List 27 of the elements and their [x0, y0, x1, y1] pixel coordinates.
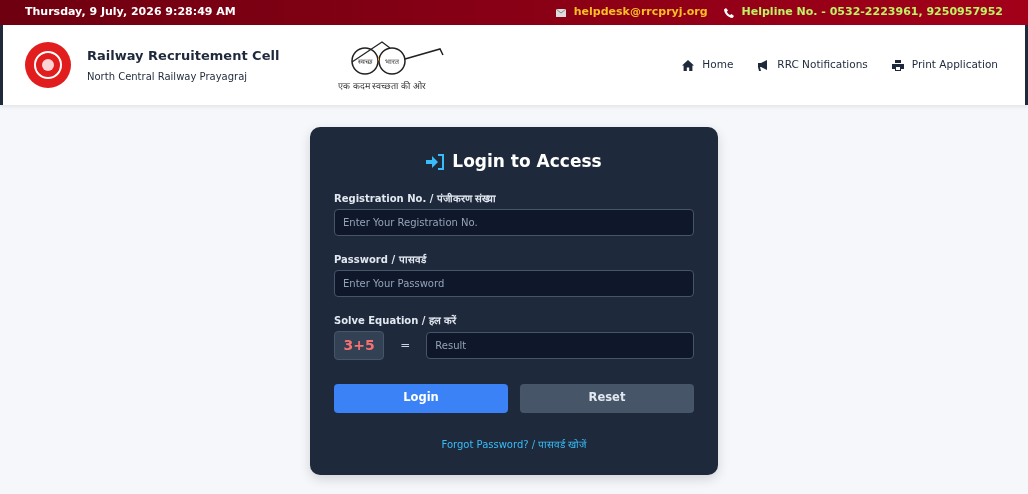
- captcha-equation: 3+5: [334, 330, 385, 360]
- emblem-logo: [25, 42, 71, 88]
- date-time: Thursday, 9 July, 2026 9:28:49 AM: [25, 4, 236, 21]
- equals-sign: =: [400, 337, 411, 354]
- site-subtitle: North Central Railway Prayagraj: [87, 70, 249, 85]
- field-label: Password / पासवर्ड: [334, 252, 428, 267]
- nav-link[interactable]: RRC Notifications: [757, 57, 868, 73]
- field-label: Registration No. / पंजीकरण संख्या: [334, 191, 498, 206]
- home-icon: [682, 59, 695, 71]
- login-icon: [426, 153, 445, 170]
- megaphone-icon: [757, 59, 770, 71]
- login-title: Login to Access: [452, 150, 602, 173]
- result-field[interactable]: Result: [426, 331, 694, 359]
- field-label: Solve Equation / हल करें: [334, 313, 458, 328]
- reset-button[interactable]: Reset: [520, 383, 694, 413]
- nav-link[interactable]: Print Application: [891, 57, 998, 73]
- email-link[interactable]: helpdesk@rrcpryj.org: [573, 4, 708, 21]
- printer-icon: [891, 59, 904, 71]
- phone-icon: [723, 7, 734, 18]
- site-title: Railway Recruitement Cell: [87, 46, 281, 65]
- login-button[interactable]: Login: [334, 383, 508, 413]
- helpline-text: Helpline No. - 0532-2223961, 9250957952: [741, 4, 1003, 21]
- input-field[interactable]: Enter Your Registration No.: [334, 208, 694, 236]
- nav-link[interactable]: Home: [682, 57, 734, 73]
- mail-icon: [555, 8, 566, 17]
- input-field[interactable]: Enter Your Password: [334, 269, 694, 297]
- forgot-password-link[interactable]: Forgot Password? / पासवर्ड खोजें: [441, 438, 587, 450]
